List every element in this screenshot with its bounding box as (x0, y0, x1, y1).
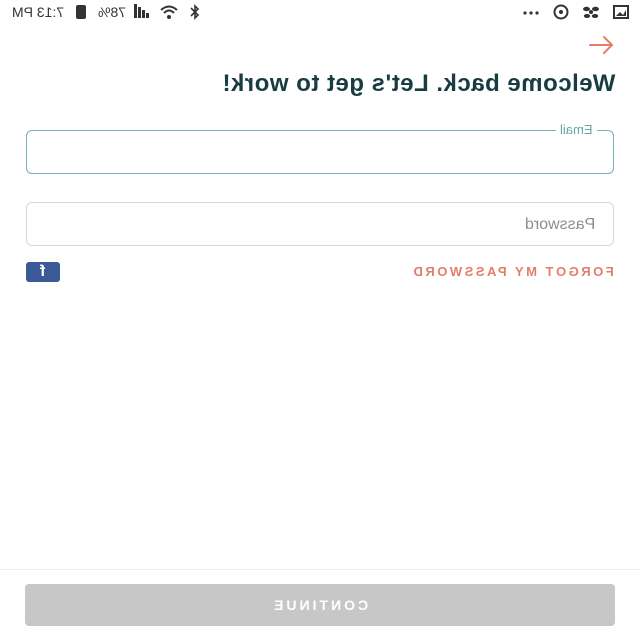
status-bar: 7:13 PM 78% (0, 0, 640, 24)
battery-icon (72, 4, 90, 20)
footer-divider (0, 569, 640, 570)
email-field[interactable]: Email (26, 122, 614, 174)
email-input[interactable] (27, 131, 613, 173)
battery-percent: 78% (98, 4, 127, 20)
arrow-right-icon[interactable] (588, 34, 616, 56)
continue-button[interactable]: CONTINUE (25, 584, 615, 626)
forgot-password-link[interactable]: FORGOT MY PASSWORD (300, 264, 614, 279)
headset-icon (552, 4, 570, 20)
bluetooth-icon (186, 4, 204, 20)
fan-icon (582, 4, 600, 20)
signal-icon (134, 4, 152, 20)
password-field[interactable]: Password (26, 202, 614, 246)
status-time: 7:13 PM (12, 4, 65, 20)
page-title: Welcome back. Let's get to work! (221, 70, 615, 97)
more-icon (522, 4, 540, 20)
status-bar-left: 7:13 PM 78% (12, 3, 204, 21)
status-bar-right (522, 3, 630, 21)
facebook-login-button[interactable]: f (26, 262, 60, 282)
wifi-icon (160, 4, 178, 20)
password-input[interactable] (27, 203, 613, 245)
facebook-icon: f (40, 263, 46, 280)
image-icon (612, 4, 630, 20)
